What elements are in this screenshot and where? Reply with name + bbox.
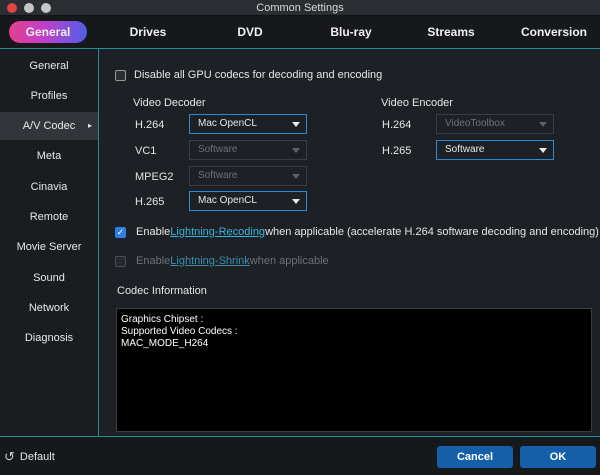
disable-gpu-row: Disable all GPU codecs for decoding and …	[115, 69, 382, 81]
sidebar-item-meta[interactable]: Meta	[0, 142, 98, 170]
tab-blu-ray[interactable]: Blu-ray	[318, 21, 384, 43]
decoder-h264-label: H.264	[135, 119, 165, 131]
codec-info-line: MAC_MODE_H264	[121, 338, 209, 349]
sidebar-item-label: Cinavia	[30, 181, 68, 193]
decoder-vc1-value: Software	[198, 144, 238, 155]
lightning-recoding-suffix: when applicable (accelerate H.264 softwa…	[265, 226, 599, 238]
cancel-button[interactable]: Cancel	[437, 446, 513, 468]
sidebar-item-profiles[interactable]: Profiles	[0, 82, 98, 110]
sidebar-item-remote[interactable]: Remote	[0, 203, 98, 231]
decoder-mpeg2-label: MPEG2	[135, 171, 174, 183]
decoder-vc1-select[interactable]: Software	[189, 140, 307, 160]
sidebar-item-diagnosis[interactable]: Diagnosis	[0, 324, 98, 352]
codec-information-heading: Codec Information	[117, 285, 207, 297]
sidebar-item-label: Sound	[33, 272, 65, 284]
sidebar-item-network[interactable]: Network	[0, 294, 98, 322]
lightning-recoding-prefix: Enable	[136, 226, 171, 238]
caret-down-icon	[539, 122, 547, 127]
lightning-shrink-prefix: Enable	[136, 255, 171, 267]
tab-streams[interactable]: Streams	[418, 21, 484, 43]
decoder-h265-value: Mac OpenCL	[198, 195, 257, 206]
default-label: Default	[19, 451, 55, 463]
caret-down-icon	[292, 174, 300, 179]
caret-down-icon	[292, 148, 300, 153]
sidebar-item-sound[interactable]: Sound	[0, 264, 98, 292]
ok-button[interactable]: OK	[520, 446, 596, 468]
encoder-h265-label: H.265	[382, 145, 412, 157]
sidebar-item-label: Remote	[29, 211, 69, 223]
lightning-shrink-checkbox[interactable]	[115, 255, 126, 267]
tab-drives[interactable]: Drives	[115, 21, 181, 43]
video-decoder-heading: Video Decoder	[133, 97, 206, 109]
lightning-recoding-row: ✓ Enable Lightning-Recoding when applica…	[115, 226, 599, 238]
sidebar: General Profiles A/V Codec ▸ Meta Cinavi…	[0, 49, 99, 436]
tab-general[interactable]: General	[9, 21, 87, 43]
caret-down-icon	[292, 122, 300, 127]
encoder-h264-label: H.264	[382, 119, 412, 131]
encoder-h265-select[interactable]: Software	[436, 140, 554, 160]
sidebar-item-label: A/V Codec	[22, 120, 76, 132]
tab-conversion[interactable]: Conversion	[514, 21, 594, 43]
decoder-h265-label: H.265	[135, 196, 165, 208]
default-button[interactable]: ↺ Default	[4, 449, 55, 465]
encoder-h264-value: VideoToolbox	[445, 118, 505, 129]
footer-bar: ↺ Default Cancel OK	[0, 437, 600, 475]
title-bar: Common Settings	[0, 0, 600, 16]
window-title: Common Settings	[256, 2, 344, 14]
codec-info-line: Supported Video Codecs :	[121, 326, 238, 337]
av-codec-panel: Disable all GPU codecs for decoding and …	[100, 49, 600, 436]
lightning-recoding-checkbox[interactable]: ✓	[115, 226, 126, 238]
decoder-h265-select[interactable]: Mac OpenCL	[189, 191, 307, 211]
decoder-h264-value: Mac OpenCL	[198, 118, 257, 129]
sidebar-item-general[interactable]: General	[0, 52, 98, 80]
decoder-h264-select[interactable]: Mac OpenCL	[189, 114, 307, 134]
disable-gpu-label: Disable all GPU codecs for decoding and …	[134, 69, 383, 81]
codec-information-box[interactable]: Graphics Chipset : Supported Video Codec…	[116, 308, 592, 432]
sidebar-item-label: General	[29, 60, 69, 72]
caret-down-icon	[539, 148, 547, 153]
video-encoder-heading: Video Encoder	[381, 97, 453, 109]
decoder-mpeg2-select[interactable]: Software	[189, 166, 307, 186]
sidebar-item-label: Profiles	[30, 90, 68, 102]
sidebar-item-label: Movie Server	[16, 241, 82, 253]
sidebar-item-label: Diagnosis	[24, 332, 74, 344]
chevron-right-icon: ▸	[87, 121, 92, 130]
caret-down-icon	[292, 199, 300, 204]
encoder-h264-select[interactable]: VideoToolbox	[436, 114, 554, 134]
settings-frame: General Profiles A/V Codec ▸ Meta Cinavi…	[0, 48, 600, 437]
disable-gpu-checkbox[interactable]	[115, 69, 126, 81]
sidebar-item-movie-server[interactable]: Movie Server	[0, 233, 98, 261]
decoder-vc1-label: VC1	[135, 145, 157, 157]
encoder-h265-value: Software	[445, 144, 485, 155]
reset-icon: ↺	[4, 449, 15, 464]
lightning-recoding-link[interactable]: Lightning-Recoding	[170, 226, 265, 238]
sidebar-item-av-codec[interactable]: A/V Codec ▸	[0, 112, 98, 140]
decoder-mpeg2-value: Software	[198, 170, 238, 181]
codec-info-line: Graphics Chipset :	[121, 314, 204, 325]
tab-bar: General Drives DVD Blu-ray Streams Conve…	[0, 16, 600, 48]
sidebar-item-label: Meta	[36, 150, 62, 162]
lightning-shrink-link[interactable]: Lightning-Shrink	[170, 255, 250, 267]
tab-dvd[interactable]: DVD	[220, 21, 280, 43]
sidebar-item-cinavia[interactable]: Cinavia	[0, 173, 98, 201]
lightning-shrink-row: Enable Lightning-Shrink when applicable	[115, 255, 329, 267]
sidebar-item-label: Network	[28, 302, 70, 314]
lightning-shrink-suffix: when applicable	[249, 255, 329, 267]
